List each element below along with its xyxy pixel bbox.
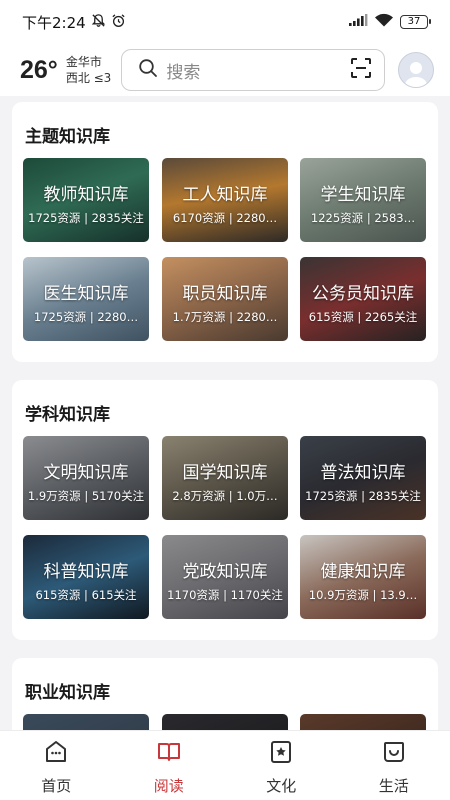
kb-name: 科普知识库 (43, 562, 129, 582)
status-bar: 下午2:24 37 (0, 0, 450, 44)
kb-tile-civilization[interactable]: 文明知识库 1.9万资源 | 5170关注 (23, 436, 149, 520)
book-icon (156, 739, 182, 769)
nav-label: 生活 (378, 777, 409, 795)
weather-city: 金华市 (65, 55, 102, 69)
kb-name: 医生知识库 (43, 284, 129, 304)
nav-label: 阅读 (153, 777, 184, 795)
home-icon (43, 739, 69, 769)
kb-name: 普法知识库 (320, 463, 406, 483)
top-bar: 26° 金华市 西北 ≤3 搜索 (0, 44, 450, 96)
nav-culture[interactable]: 文化 (225, 731, 338, 800)
knowledge-base-list[interactable]: 主题知识库 教师知识库 1725资源 | 2835关注 工人知识库 6170资源… (0, 96, 450, 730)
section-subject: 学科知识库 文明知识库 1.9万资源 | 5170关注 国学知识库 2.8万资源… (12, 380, 438, 640)
kb-name: 公务员知识库 (312, 284, 414, 304)
search-icon (138, 58, 158, 82)
kb-tile-doctor[interactable]: 医生知识库 1725资源 | 2280… (23, 257, 149, 341)
wifi-icon (374, 13, 394, 32)
kb-stats: 615资源 | 2265关注 (308, 310, 418, 324)
section-career: 职业知识库 (12, 658, 438, 730)
section-title: 学科知识库 (25, 405, 110, 425)
kb-name: 职员知识库 (182, 284, 268, 304)
kb-tile-civil-servant[interactable]: 公务员知识库 615资源 | 2265关注 (300, 257, 426, 341)
search-placeholder: 搜索 (166, 62, 201, 83)
nav-label: 文化 (266, 777, 297, 795)
life-icon (381, 739, 407, 769)
kb-name: 文明知识库 (43, 463, 129, 483)
kb-name: 教师知识库 (43, 185, 129, 205)
kb-tile-career-2[interactable] (162, 714, 288, 730)
nav-reading[interactable]: 阅读 (113, 731, 226, 800)
kb-stats: 6170资源 | 2280… (172, 211, 278, 225)
kb-tile-science[interactable]: 科普知识库 615资源 | 615关注 (23, 535, 149, 619)
kb-tile-health[interactable]: 健康知识库 10.9万资源 | 13.9… (300, 535, 426, 619)
kb-tile-student[interactable]: 学生知识库 1225资源 | 2583… (300, 158, 426, 242)
avatar[interactable] (398, 52, 434, 88)
kb-stats: 10.9万资源 | 13.9… (308, 588, 418, 602)
weather-location[interactable]: 金华市 西北 ≤3 (66, 54, 112, 86)
kb-stats: 1725资源 | 2835关注 (305, 489, 421, 503)
section-theme: 主题知识库 教师知识库 1725资源 | 2835关注 工人知识库 6170资源… (12, 102, 438, 362)
search-input[interactable]: 搜索 (121, 49, 386, 91)
kb-stats: 1725资源 | 2280… (33, 310, 139, 324)
weather-wind: 西北 ≤3 (65, 71, 112, 85)
kb-tile-career-1[interactable] (23, 714, 149, 730)
section-title: 主题知识库 (25, 127, 110, 147)
kb-stats: 615资源 | 615关注 (35, 588, 137, 602)
kb-stats: 1.7万资源 | 2280… (172, 310, 278, 324)
nav-label: 首页 (41, 777, 72, 795)
kb-tile-teacher[interactable]: 教师知识库 1725资源 | 2835关注 (23, 158, 149, 242)
status-time: 下午2:24 (22, 13, 86, 32)
battery-indicator: 37 (400, 15, 431, 29)
mute-bell-icon (91, 13, 106, 32)
nav-home[interactable]: 首页 (0, 731, 113, 800)
kb-stats: 1725资源 | 2835关注 (28, 211, 144, 225)
kb-name: 工人知识库 (182, 185, 268, 205)
kb-name: 健康知识库 (320, 562, 406, 582)
kb-name: 学生知识库 (320, 185, 406, 205)
kb-tile-sinology[interactable]: 国学知识库 2.8万资源 | 1.0万… (162, 436, 288, 520)
alarm-clock-icon (111, 13, 126, 32)
signal-icon (348, 13, 368, 31)
kb-stats: 2.8万资源 | 1.0万… (172, 489, 278, 503)
kb-tile-worker[interactable]: 工人知识库 6170资源 | 2280… (162, 158, 288, 242)
section-title: 职业知识库 (25, 683, 110, 703)
kb-stats: 1225资源 | 2583… (310, 211, 416, 225)
kb-name: 党政知识库 (182, 562, 268, 582)
kb-tile-staff[interactable]: 职员知识库 1.7万资源 | 2280… (162, 257, 288, 341)
bottom-nav: 首页 阅读 文化 生活 (0, 730, 450, 800)
kb-tile-party[interactable]: 党政知识库 1170资源 | 1170关注 (162, 535, 288, 619)
kb-stats: 1.9万资源 | 5170关注 (27, 489, 145, 503)
kb-tile-career-3[interactable] (300, 714, 426, 730)
nav-life[interactable]: 生活 (338, 731, 450, 800)
kb-tile-law[interactable]: 普法知识库 1725资源 | 2835关注 (300, 436, 426, 520)
culture-icon (268, 739, 294, 769)
kb-stats: 1170资源 | 1170关注 (167, 588, 283, 602)
scan-icon[interactable] (350, 57, 372, 83)
weather-temperature[interactable]: 26° (20, 56, 58, 85)
kb-name: 国学知识库 (182, 463, 268, 483)
